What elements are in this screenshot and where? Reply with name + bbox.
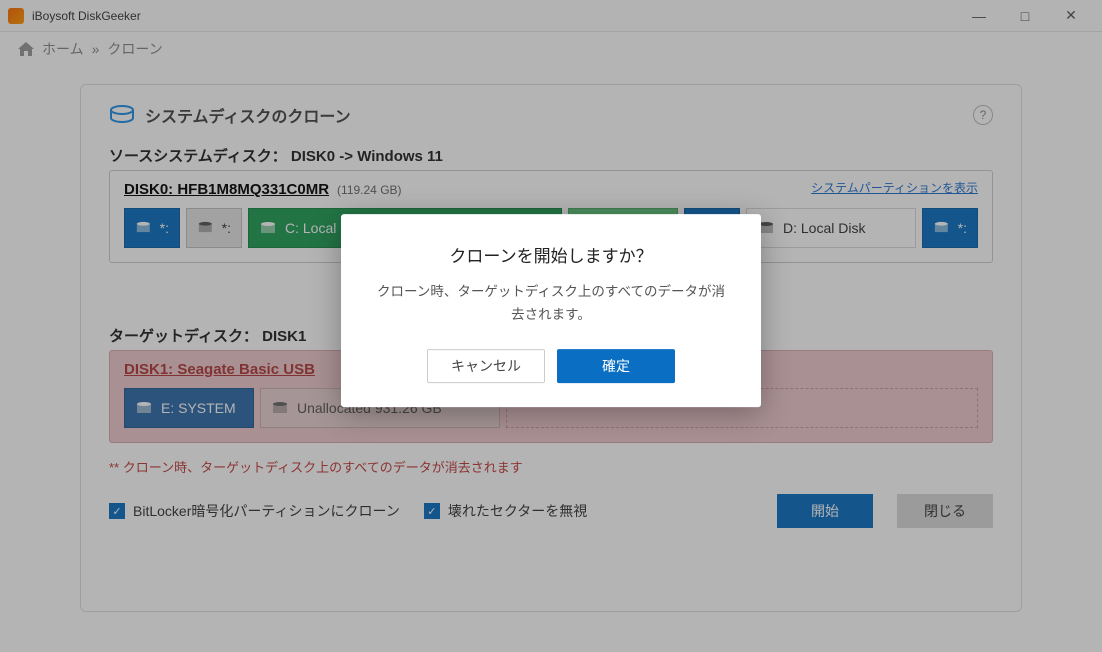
confirm-dialog: クローンを開始しますか？ クローン時、ターゲットディスク上のすべてのデータが消去… [341,214,761,407]
dialog-title: クローンを開始しますか？ [371,242,731,267]
dialog-body: クローン時、ターゲットディスク上のすべてのデータが消去されます。 [371,281,731,327]
confirm-button[interactable]: 確定 [557,349,675,383]
cancel-button[interactable]: キャンセル [427,349,545,383]
